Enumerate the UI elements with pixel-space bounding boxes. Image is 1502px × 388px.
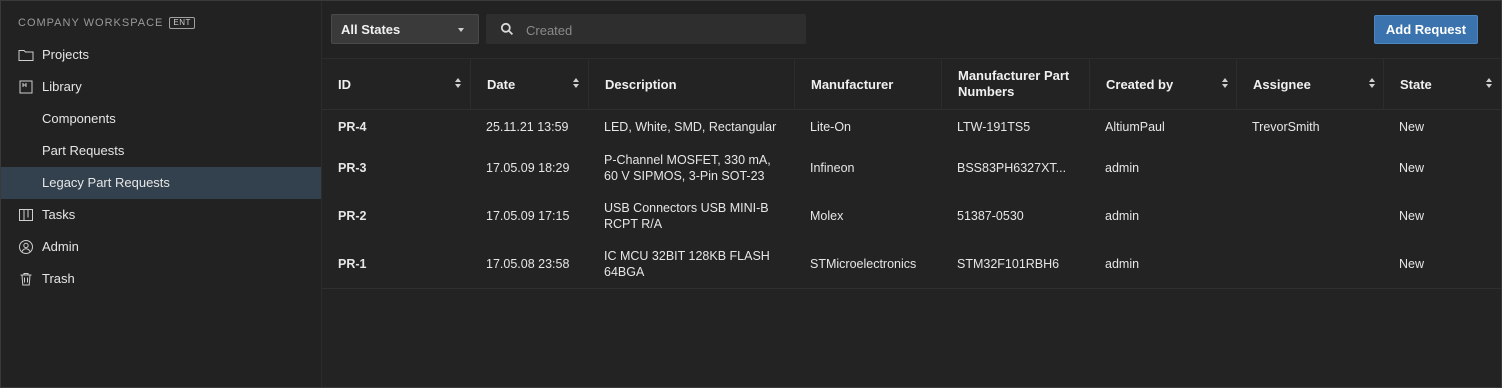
table-row[interactable]: PR-4 25.11.21 13:59 LED, White, SMD, Rec…: [322, 110, 1501, 144]
column-label: Created by: [1106, 76, 1174, 92]
search-icon: [500, 22, 514, 36]
sort-icon: [1369, 78, 1375, 90]
cell-description: P-Channel MOSFET, 330 mA, 60 V SIPMOS, 3…: [604, 153, 771, 183]
cell-description: IC MCU 32BIT 128KB FLASH 64BGA: [604, 249, 770, 279]
cell-manufacturer: Molex: [810, 209, 844, 223]
sidebar-item-part-requests[interactable]: Part Requests: [1, 135, 321, 167]
cell-manufacturer: Infineon: [810, 161, 855, 175]
cell-assignee: TrevorSmith: [1252, 120, 1320, 134]
table-header: ID Date Description Manufacturer Manufac…: [322, 59, 1501, 110]
sidebar-item-library[interactable]: Library: [1, 71, 321, 103]
column-header-created-by[interactable]: Created by: [1089, 59, 1237, 109]
column-header-description[interactable]: Description: [588, 59, 794, 109]
state-filter-dropdown[interactable]: All States: [331, 14, 479, 44]
library-icon: [19, 80, 33, 94]
search-box: [486, 14, 806, 44]
sidebar-item-label: Part Requests: [42, 143, 125, 158]
column-label: Date: [487, 76, 516, 92]
column-label: State: [1400, 76, 1432, 92]
sidebar-item-admin[interactable]: Admin: [1, 231, 321, 263]
app-window: COMPANY WORKSPACE ENT Projects Library C…: [0, 0, 1502, 388]
cell-state: New: [1399, 257, 1425, 271]
cell-date: 25.11.21 13:59: [486, 120, 569, 134]
user-icon: [19, 240, 33, 254]
column-label: ID: [338, 76, 351, 92]
cell-description: LED, White, SMD, Rectangular: [604, 120, 777, 134]
trash-icon: [20, 273, 32, 286]
tasks-icon: [19, 209, 33, 221]
search-input[interactable]: [524, 19, 798, 41]
column-header-state[interactable]: State: [1383, 59, 1501, 109]
edition-badge: ENT: [169, 17, 195, 29]
sort-icon: [1222, 78, 1228, 90]
sidebar-item-label: Legacy Part Requests: [42, 175, 170, 190]
sidebar-item-label: Trash: [42, 271, 75, 286]
toolbar: All States Add Request: [322, 1, 1501, 59]
column-header-id[interactable]: ID: [322, 59, 470, 109]
cell-state: New: [1399, 120, 1425, 134]
cell-id: PR-3: [338, 161, 367, 175]
cell-description: USB Connectors USB MINI-B RCPT R/A: [604, 201, 769, 231]
sort-icon: [573, 78, 579, 90]
cell-id: PR-2: [338, 209, 367, 223]
table-row[interactable]: PR-1 17.05.08 23:58 IC MCU 32BIT 128KB F…: [322, 240, 1501, 289]
cell-id: PR-4: [338, 120, 367, 134]
cell-date: 17.05.08 23:58: [486, 257, 570, 271]
cell-date: 17.05.09 18:29: [486, 161, 570, 175]
cell-state: New: [1399, 161, 1425, 175]
sort-icon: [455, 78, 461, 90]
cell-mpn: LTW-191TS5: [957, 120, 1031, 134]
cell-manufacturer: STMicroelectronics: [810, 257, 917, 271]
column-header-date[interactable]: Date: [470, 59, 588, 109]
table-row[interactable]: PR-3 17.05.09 18:29 P-Channel MOSFET, 33…: [322, 144, 1501, 192]
sidebar-item-label: Projects: [42, 47, 89, 62]
cell-created-by: admin: [1105, 209, 1140, 223]
table-row[interactable]: PR-2 17.05.09 17:15 USB Connectors USB M…: [322, 192, 1501, 240]
column-header-mpn[interactable]: Manufacturer Part Numbers: [941, 59, 1089, 109]
column-header-assignee[interactable]: Assignee: [1236, 59, 1384, 109]
cell-created-by: admin: [1105, 161, 1140, 175]
column-label: Description: [605, 76, 677, 92]
cell-date: 17.05.09 17:15: [486, 209, 570, 223]
requests-table: ID Date Description Manufacturer Manufac…: [322, 59, 1501, 289]
sidebar-item-legacy-part-requests[interactable]: Legacy Part Requests: [1, 167, 321, 199]
add-request-button[interactable]: Add Request: [1374, 15, 1478, 44]
cell-created-by: admin: [1105, 257, 1140, 271]
column-label: Assignee: [1253, 76, 1311, 92]
folder-icon: [18, 50, 34, 61]
sidebar-item-label: Components: [42, 111, 116, 126]
sidebar-item-projects[interactable]: Projects: [1, 39, 321, 71]
workspace-title: COMPANY WORKSPACE ENT: [18, 17, 195, 29]
sidebar-item-label: Library: [42, 79, 82, 94]
column-label: Manufacturer Part Numbers: [958, 68, 1070, 99]
column-header-manufacturer[interactable]: Manufacturer: [794, 59, 941, 109]
sidebar-item-label: Tasks: [42, 207, 76, 222]
cell-mpn: STM32F101RBH6: [957, 257, 1060, 271]
column-label: Manufacturer: [811, 76, 894, 92]
sort-icon: [1486, 78, 1492, 90]
cell-assignee: [1236, 144, 1384, 192]
sidebar-item-components[interactable]: Components: [1, 103, 321, 135]
cell-state: New: [1399, 209, 1425, 223]
cell-manufacturer: Lite-On: [810, 120, 851, 134]
state-filter-value: All States: [341, 22, 401, 37]
sidebar: COMPANY WORKSPACE ENT Projects Library C…: [1, 1, 322, 387]
chevron-down-icon: [458, 28, 464, 32]
sidebar-item-label: Admin: [42, 239, 79, 254]
cell-created-by: AltiumPaul: [1105, 120, 1165, 134]
cell-id: PR-1: [338, 257, 367, 271]
sidebar-item-tasks[interactable]: Tasks: [1, 199, 321, 231]
cell-assignee: [1236, 240, 1384, 288]
cell-mpn: BSS83PH6327XT...: [957, 161, 1067, 175]
cell-assignee: [1236, 192, 1384, 240]
sidebar-item-trash[interactable]: Trash: [1, 263, 321, 295]
cell-mpn: 51387-0530: [957, 209, 1024, 223]
workspace-name: COMPANY WORKSPACE: [18, 17, 164, 29]
